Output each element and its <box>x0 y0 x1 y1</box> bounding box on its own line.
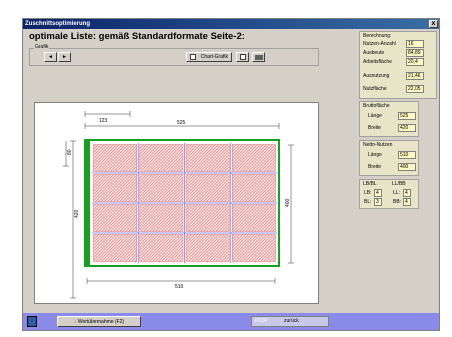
ausnutzung-label: Ausnutzung <box>363 73 390 79</box>
dim-left-total: 420 <box>74 209 80 218</box>
close-button[interactable]: x <box>429 20 438 28</box>
next-button[interactable]: ► <box>58 52 71 62</box>
bottom-toolbar: ↓ Wertübernahme (F2) PDJP zurück <box>23 313 439 330</box>
preview-button[interactable] <box>236 52 249 62</box>
bruttoflaeche-panel: Bruttofläche Länge 525 Breite 420 <box>359 101 419 137</box>
netto-nutzen-panel: Netto-Nutzen Länge 510 Breite 400 <box>359 140 419 176</box>
page-title: optimale Liste: gemäß Standardformate Se… <box>29 31 245 42</box>
cut-piece <box>232 174 276 202</box>
cut-piece <box>232 204 276 232</box>
berechnung-panel: Berechnung: Nutzen-Anzahl 16 Ausbeute 84… <box>359 31 437 99</box>
netto-laenge-field[interactable]: 510 <box>398 151 416 159</box>
wertuebernahme-button[interactable]: ↓ Wertübernahme (F2) <box>57 316 141 327</box>
sheet-edge-strip <box>85 140 90 266</box>
preview-icon <box>240 54 246 60</box>
zurueck-field[interactable]: PDJP zurück <box>251 316 329 327</box>
dim-right-total: 400 <box>285 198 291 207</box>
netto-breite-field[interactable]: 400 <box>398 163 416 171</box>
window-title: Zuschnittsoptimierung <box>25 21 90 27</box>
title-bar: Zuschnittsoptimierung x <box>23 19 439 29</box>
berechnung-title: Berechnung: <box>363 33 392 39</box>
cut-piece <box>139 234 184 262</box>
cut-piece <box>139 174 184 202</box>
brutto-breite-label: Breite <box>368 125 382 131</box>
nutzflaeche-label: Nutzfläche <box>363 86 387 92</box>
cut-piece <box>139 204 184 232</box>
lb-ll-panel: LB/BL LL/BB LB: 4 BL: 3 LL: 4 BB: 4 <box>359 179 419 209</box>
ausbeute-field[interactable]: 84,89 <box>406 49 424 57</box>
bruttoflaeche-title: Bruttofläche <box>363 103 390 109</box>
lb-field[interactable]: 4 <box>374 189 382 197</box>
ll-bb-header: LL/BB <box>392 181 406 187</box>
zurueck-label: zurück <box>284 318 299 324</box>
netto-laenge-label: Länge <box>368 152 382 158</box>
cut-piece <box>232 144 276 172</box>
cut-piece <box>185 204 230 232</box>
cut-piece <box>93 204 137 232</box>
ausbeute-label: Ausbeute <box>363 50 385 56</box>
printer-icon <box>255 55 263 60</box>
cut-piece <box>93 234 137 262</box>
prev-button[interactable]: ◄ <box>44 52 57 62</box>
chart-grafik-label: Chart-Grafik <box>200 54 228 60</box>
grafik-group: Grafik ◄ ► Chart-Grafik <box>29 44 319 66</box>
bl-field[interactable]: 3 <box>374 198 382 206</box>
main-window: Zuschnittsoptimierung x optimale Liste: … <box>22 18 440 331</box>
lb-label: LB: <box>364 190 372 196</box>
netto-nutzen-title: Netto-Nutzen <box>363 142 393 148</box>
dim-left-small: 80 <box>67 149 73 155</box>
zurueck-field-text: PDJP <box>255 318 268 324</box>
cut-piece <box>93 174 137 202</box>
bl-label: BL: <box>364 199 372 205</box>
bb-label: BB: <box>393 199 402 205</box>
dim-bottom-total: 510 <box>175 284 184 290</box>
dim-top-total: 525 <box>177 120 186 126</box>
brutto-laenge-field[interactable]: 525 <box>398 112 416 120</box>
ll-label: LL: <box>393 190 400 196</box>
chart-grafik-button[interactable]: Chart-Grafik <box>186 52 232 62</box>
arrow-down-icon: ↓ <box>73 319 77 325</box>
lb-bl-header: LB/BL <box>363 181 377 187</box>
brutto-laenge-label: Länge <box>368 113 382 119</box>
cut-piece <box>185 174 230 202</box>
nutzen-anzahl-label: Nutzen-Anzahl <box>363 41 396 47</box>
nutzen-anzahl-field[interactable]: 16 <box>406 40 424 48</box>
cut-piece <box>232 234 276 262</box>
bb-field[interactable]: 4 <box>403 198 411 206</box>
print-button[interactable] <box>252 52 265 62</box>
nutzflaeche-field[interactable]: 22,05 <box>406 85 424 93</box>
cut-piece <box>93 144 137 172</box>
cut-piece <box>139 144 184 172</box>
ll-field[interactable]: 4 <box>403 189 411 197</box>
cut-cells <box>92 143 277 263</box>
netto-breite-label: Breite <box>368 164 382 170</box>
grafik-group-label: Grafik <box>34 44 50 50</box>
drawing-canvas: 123 525 80 420 400 510 <box>34 102 319 304</box>
dim-top-small: 123 <box>99 118 108 124</box>
exit-door-icon[interactable] <box>27 316 37 327</box>
arbeitsflaeche-field[interactable]: 20,4 <box>406 58 424 66</box>
arbeitsflaeche-label: Arbeitsfläche <box>363 59 392 65</box>
chart-icon <box>190 54 196 60</box>
layout-drawing: 123 525 80 420 400 510 <box>63 111 294 299</box>
ausnutzung-field[interactable]: 21,46 <box>406 72 424 80</box>
wertuebernahme-label: Wertübernahme (F2) <box>77 319 125 325</box>
cut-piece <box>185 234 230 262</box>
cut-piece <box>185 144 230 172</box>
brutto-breite-field[interactable]: 420 <box>398 124 416 132</box>
